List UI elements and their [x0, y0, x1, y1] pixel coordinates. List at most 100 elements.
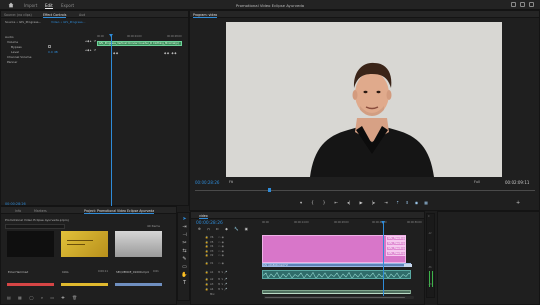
type-tool-icon[interactable]: T: [181, 280, 188, 286]
sequence-clip-label[interactable]: Video • Gfx_Progress...: [51, 20, 85, 24]
pen-tool-icon[interactable]: ✎: [181, 256, 188, 262]
comparison-view-icon[interactable]: ▦: [424, 200, 428, 205]
track-header-a3[interactable]: 🔒 A3 MS🎤: [196, 283, 262, 287]
lock-icon[interactable]: 🔒: [205, 250, 208, 253]
project-item-thumbnail[interactable]: [7, 231, 54, 257]
video-clip-v1[interactable]: Gfx_ACLEAR.mp4 [V]: [262, 263, 411, 267]
track-select-tool-icon[interactable]: ⇥: [181, 224, 188, 230]
track-toggle-icons[interactable]: MS🎤: [218, 278, 229, 281]
track-toggle-icons[interactable]: MS🎤: [218, 271, 229, 274]
program-video-frame[interactable]: [226, 22, 502, 177]
ec-channel-volume-label[interactable]: Channel Volume: [7, 55, 31, 59]
track-header-v2[interactable]: 🔒 V2 ▭◉: [196, 254, 262, 258]
timeline-playhead[interactable]: [381, 221, 385, 298]
keyframe-marker-icon[interactable]: ◆◆: [113, 51, 119, 55]
bypass-checkbox[interactable]: [48, 45, 51, 48]
step-forward-icon[interactable]: |▸: [372, 200, 376, 205]
lock-icon[interactable]: 🔒: [205, 262, 208, 265]
lock-icon[interactable]: 🔒: [205, 241, 208, 244]
tab-export[interactable]: Export: [61, 3, 74, 8]
timeline-ruler[interactable]: 00:00 00:00:14:00 00:00:28:00 00:00:42:0…: [262, 221, 422, 227]
graphic-clip[interactable]: Gfx_Heading: [386, 241, 406, 246]
track-toggle-icons[interactable]: ▭◉: [218, 245, 225, 248]
effect-clip-bar[interactable]: Gfx_Progress_Vertical Circular Counter_D…: [97, 41, 182, 46]
project-item-thumbnail[interactable]: [115, 231, 162, 257]
lock-icon[interactable]: 🔒: [205, 288, 208, 291]
audio-clip-a1[interactable]: [262, 270, 411, 279]
zoom-fit-select[interactable]: Fit: [229, 180, 233, 184]
tab-sequence[interactable]: video: [199, 214, 208, 219]
mark-out-bracket-icon[interactable]: }: [323, 200, 326, 205]
timeline-tools[interactable]: ⊕ ∩ ⊏ ◆ 🔧 ▣: [198, 227, 251, 231]
rectangle-tool-icon[interactable]: ▭: [181, 264, 188, 270]
go-to-out-icon[interactable]: ⇥: [384, 200, 388, 205]
track-header-mix[interactable]: Mix: [196, 293, 262, 297]
slip-tool-icon[interactable]: ⇆: [181, 248, 188, 254]
graphic-clip[interactable]: Gfx_Heading: [386, 236, 406, 241]
tab-info[interactable]: Info: [15, 209, 21, 213]
tab-audio-mixer[interactable]: Aud: [79, 13, 85, 17]
ec-volume-label[interactable]: Volume: [7, 40, 18, 44]
track-toggle-icons[interactable]: ▭◉: [218, 254, 225, 257]
tab-project[interactable]: Project: Promotional Video Eclipse Ayurv…: [84, 209, 155, 214]
track-toggle-icons[interactable]: MS🎤: [218, 283, 229, 286]
project-footer-icons[interactable]: ▤ ▦ ◯ ⌕ ▭ ✚ 🗑: [7, 295, 80, 300]
tab-program[interactable]: Program: video: [193, 13, 218, 18]
tab-edit[interactable]: Edit: [45, 3, 53, 9]
mark-in-icon[interactable]: ▾: [300, 200, 302, 205]
lift-icon[interactable]: ⇡: [396, 200, 399, 205]
track-header-a2[interactable]: 🔒 A2 MS🎤: [196, 278, 262, 282]
graphic-clip[interactable]: Gfx_Heading: [386, 246, 406, 251]
extract-icon[interactable]: ⇞: [405, 200, 408, 205]
button-editor-plus-icon[interactable]: +: [516, 200, 520, 206]
tab-effect-controls[interactable]: Effect Controls: [43, 13, 67, 18]
lock-icon[interactable]: 🔒: [205, 271, 208, 274]
selection-tool-icon[interactable]: ➤: [181, 216, 188, 222]
track-header-a1[interactable]: 🔒 A1 MS🎤: [196, 271, 262, 275]
lock-icon[interactable]: 🔒: [205, 245, 208, 248]
ripple-edit-tool-icon[interactable]: ⊣: [181, 232, 188, 238]
scrubber-playhead[interactable]: [268, 188, 271, 192]
track-toggle-icons[interactable]: ▭◉: [218, 250, 225, 253]
keyframe-controls-icon[interactable]: ◂◆▸ ↺: [85, 39, 97, 43]
fullscreen-icon[interactable]: [529, 2, 534, 7]
graphic-clip-group[interactable]: [262, 235, 406, 263]
project-search-input[interactable]: [5, 224, 65, 229]
workspace-icon[interactable]: [511, 2, 516, 7]
quick-export-icon[interactable]: [520, 2, 525, 7]
lock-icon[interactable]: 🔒: [205, 278, 208, 281]
track-toggle-icons[interactable]: ▭◉: [218, 236, 225, 239]
mark-in-bracket-icon[interactable]: {: [311, 200, 314, 205]
go-to-in-icon[interactable]: ⇤: [334, 200, 338, 205]
tab-markers[interactable]: Markers: [34, 209, 47, 213]
project-item-thumbnail[interactable]: [61, 231, 108, 257]
step-back-icon[interactable]: ◂|: [347, 200, 351, 205]
tab-import[interactable]: Import: [24, 3, 37, 8]
ec-panner-label[interactable]: Panner: [7, 60, 17, 64]
level-value[interactable]: 0.0 dB: [48, 50, 58, 54]
track-toggle-icons[interactable]: MS🎤: [218, 288, 229, 291]
track-toggle-icons[interactable]: ▭◉: [218, 241, 225, 244]
track-toggle-icons[interactable]: ▭◉: [218, 262, 225, 265]
audio-clip-a2[interactable]: [262, 290, 411, 294]
program-scrubber[interactable]: [195, 188, 535, 192]
lock-icon[interactable]: 🔒: [205, 236, 208, 239]
razor-tool-icon[interactable]: ✂: [181, 240, 188, 246]
effect-controls-playhead[interactable]: [109, 34, 113, 210]
clip-selection-marker[interactable]: [404, 264, 412, 267]
resolution-select[interactable]: Full: [474, 180, 480, 184]
program-timecode[interactable]: 00:00:28:26: [195, 180, 219, 185]
home-icon[interactable]: [8, 2, 14, 8]
export-frame-icon[interactable]: ◉: [415, 200, 419, 205]
track-header-v1[interactable]: 🔒 V1 ▭◉: [196, 262, 262, 266]
tab-source[interactable]: Source: (no clips): [4, 13, 32, 17]
lock-icon[interactable]: 🔒: [205, 254, 208, 257]
timeline-timecode[interactable]: 00:00:28:26: [196, 221, 223, 226]
play-icon[interactable]: ▶: [359, 200, 362, 205]
track-header-a4[interactable]: 🔒 A4 MS🎤: [196, 288, 262, 292]
keyframe-controls-icon-2[interactable]: ◂◆▸ ↺: [85, 48, 97, 52]
timeline-scrollbar[interactable]: [264, 296, 414, 299]
keyframe-marker-icon-2[interactable]: ◆◆ ◆◆: [164, 51, 177, 55]
graphic-clip[interactable]: Gfx_Heading: [386, 251, 406, 256]
lock-icon[interactable]: 🔒: [205, 283, 208, 286]
